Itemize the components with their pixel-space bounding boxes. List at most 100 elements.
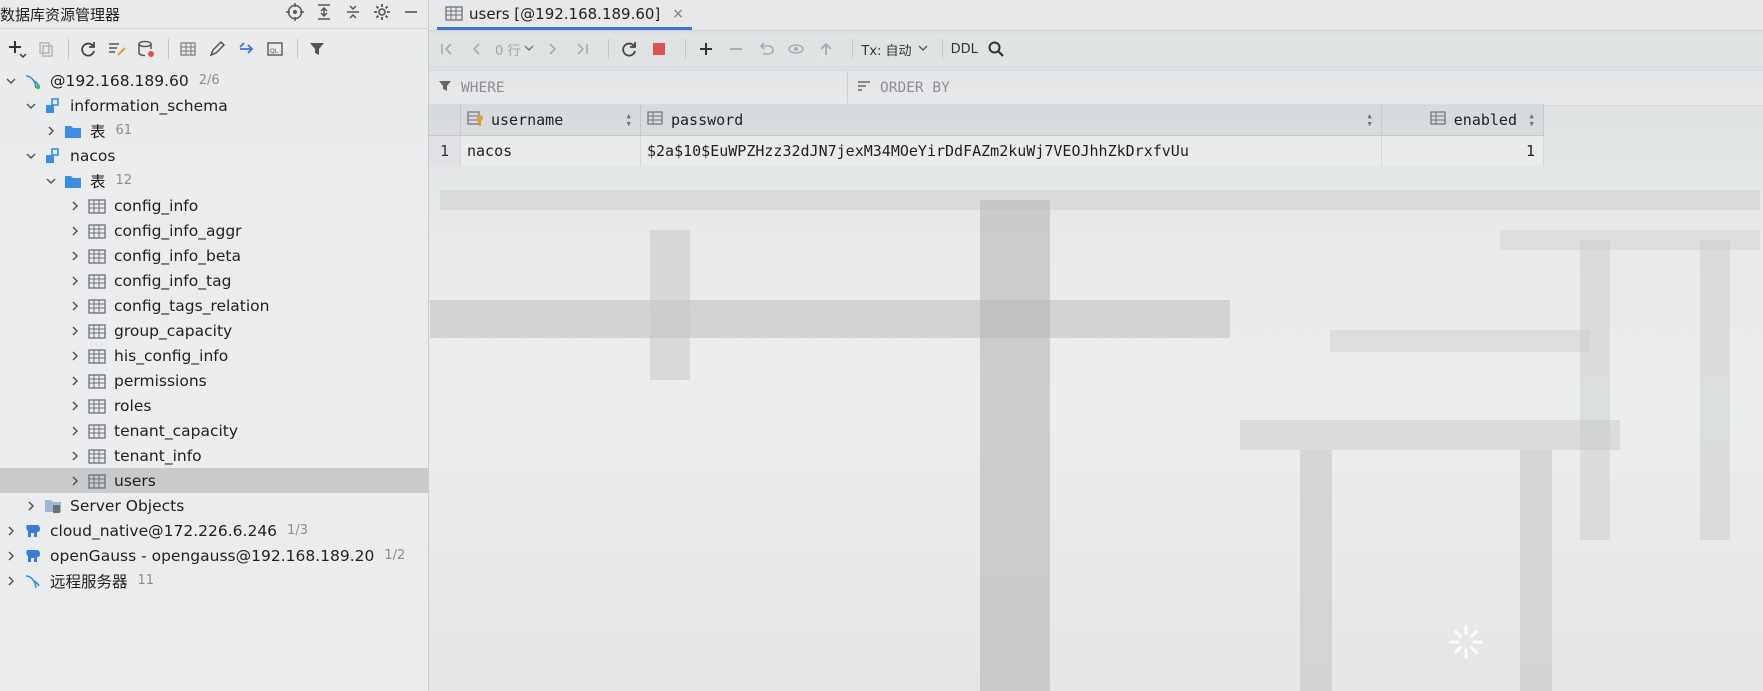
tree-node-table[interactable]: permissions	[0, 368, 428, 393]
add-icon[interactable]	[4, 37, 30, 61]
tree-node-table[interactable]: group_capacity	[0, 318, 428, 343]
tree-node-table[interactable]: config_info_aggr	[0, 218, 428, 243]
submit-icon[interactable]	[814, 36, 838, 62]
database-properties-icon[interactable]	[133, 37, 159, 61]
search-icon[interactable]	[984, 36, 1008, 62]
column-name: password	[671, 110, 744, 129]
chevron-right-icon[interactable]	[68, 399, 82, 413]
revert-icon[interactable]	[754, 36, 778, 62]
chevron-down-icon[interactable]	[4, 74, 18, 88]
chevron-down-icon[interactable]	[24, 149, 38, 163]
order-by-input[interactable]: ORDER BY	[848, 71, 950, 105]
target-icon[interactable]	[286, 3, 304, 21]
tree-node-table[interactable]: config_tags_relation	[0, 293, 428, 318]
collapse-all-icon[interactable]	[344, 3, 362, 21]
chevron-right-icon[interactable]	[24, 499, 38, 513]
tree-node-table-users-selected[interactable]: users	[0, 468, 428, 493]
minimize-icon[interactable]	[402, 3, 420, 21]
previous-page-icon[interactable]	[465, 36, 489, 62]
sort-arrows-icon[interactable]: ▴ ▾	[625, 110, 632, 129]
refresh-icon[interactable]	[75, 37, 101, 61]
jump-to-icon[interactable]	[233, 37, 259, 61]
column-header-password[interactable]: password ▴ ▾	[641, 104, 1382, 136]
copy-icon[interactable]	[33, 37, 59, 61]
cell-username[interactable]: nacos	[461, 136, 641, 166]
order-by-label: ORDER BY	[880, 80, 950, 96]
tree-node-label: config_tags_relation	[114, 296, 270, 315]
tree-node-count: 2/6	[198, 73, 220, 88]
tree-node-label: config_info_beta	[114, 246, 241, 265]
settings-gear-icon[interactable]	[373, 3, 391, 21]
chevron-right-icon[interactable]	[68, 274, 82, 288]
ddl-button[interactable]: DDL	[951, 36, 978, 62]
folder-icon	[64, 122, 82, 140]
first-page-icon[interactable]	[435, 36, 459, 62]
chevron-right-icon[interactable]	[68, 199, 82, 213]
chevron-right-icon[interactable]	[4, 549, 18, 563]
tree-node-tables-folder[interactable]: 表 61	[0, 118, 428, 143]
explorer-title: 数据库资源管理器	[0, 6, 121, 24]
tree-node-nacos[interactable]: nacos	[0, 143, 428, 168]
chevron-right-icon[interactable]	[68, 324, 82, 338]
chevron-right-icon[interactable]	[68, 474, 82, 488]
chevron-right-icon[interactable]	[4, 574, 18, 588]
tree-node-connection-192-168-189-60[interactable]: @192.168.189.60 2/6	[0, 68, 428, 93]
chevron-right-icon[interactable]	[44, 124, 58, 138]
chevron-right-icon[interactable]	[68, 249, 82, 263]
tree-node-table[interactable]: roles	[0, 393, 428, 418]
table-view-icon[interactable]	[175, 37, 201, 61]
close-icon[interactable]: ×	[672, 6, 684, 22]
schema-sync-icon[interactable]	[104, 37, 130, 61]
column-icon	[1430, 109, 1448, 131]
sort-arrows-icon[interactable]: ▴ ▾	[1366, 110, 1373, 129]
tree-node-table[interactable]: tenant_info	[0, 443, 428, 468]
delete-row-icon[interactable]	[724, 36, 748, 62]
tree-node-table[interactable]: his_config_info	[0, 343, 428, 368]
tree-node-information-schema[interactable]: information_schema	[0, 93, 428, 118]
chevron-right-icon[interactable]	[68, 349, 82, 363]
rows-count-dropdown[interactable]: 0 行	[495, 36, 534, 62]
tree-node-table[interactable]: config_info_tag	[0, 268, 428, 293]
tree-node-table[interactable]: config_info	[0, 193, 428, 218]
chevron-right-icon[interactable]	[68, 299, 82, 313]
sort-arrows-icon[interactable]: ▴ ▾	[1528, 110, 1535, 129]
tree-node-label: users	[114, 471, 156, 490]
tree-node-server-objects[interactable]: Server Objects	[0, 493, 428, 518]
chevron-down-icon[interactable]	[44, 174, 58, 188]
database-explorer-panel: 数据库资源管理器 QL @192.168.189.60 2/6 informat…	[0, 0, 429, 691]
reload-icon[interactable]	[617, 36, 641, 62]
tree-node-connection-opengauss[interactable]: openGauss - opengauss@192.168.189.20 1/2	[0, 543, 428, 568]
chevron-right-icon[interactable]	[68, 224, 82, 238]
chevron-right-icon[interactable]	[68, 374, 82, 388]
tree-node-tables-folder[interactable]: 表 12	[0, 168, 428, 193]
chevron-right-icon[interactable]	[68, 424, 82, 438]
toolbar-separator	[297, 39, 298, 59]
column-header-enabled[interactable]: enabled ▴ ▾	[1382, 104, 1544, 136]
filter-icon[interactable]	[304, 37, 330, 61]
stop-icon[interactable]	[647, 36, 671, 62]
add-row-icon[interactable]	[694, 36, 718, 62]
cell-password[interactable]: $2a$10$EuWPZHzz32dJN7jexM34MOeYirDdFAZm2…	[641, 136, 1382, 166]
edit-pencil-icon[interactable]	[204, 37, 230, 61]
chevron-right-icon[interactable]	[4, 524, 18, 538]
table-icon	[88, 447, 106, 465]
where-filter-input[interactable]: WHERE	[429, 71, 848, 105]
tree-node-remote-servers[interactable]: 远程服务器 11	[0, 568, 428, 593]
preview-changes-icon[interactable]	[784, 36, 808, 62]
column-header-username[interactable]: username ▴ ▾	[461, 104, 641, 136]
tree-node-table[interactable]: tenant_capacity	[0, 418, 428, 443]
tree-node-label: config_info_aggr	[114, 221, 242, 240]
table-row[interactable]: 1 nacos $2a$10$EuWPZHzz32dJN7jexM34MOeYi…	[429, 136, 1544, 166]
tree-node-table[interactable]: config_info_beta	[0, 243, 428, 268]
chevron-right-icon[interactable]	[68, 449, 82, 463]
next-page-icon[interactable]	[540, 36, 564, 62]
transaction-mode-dropdown[interactable]: Tx: 自动	[861, 36, 928, 62]
tree-node-label: tenant_info	[114, 446, 202, 465]
query-console-icon[interactable]: QL	[262, 37, 288, 61]
tree-node-connection-cloud-native[interactable]: cloud_native@172.226.6.246 1/3	[0, 518, 428, 543]
chevron-down-icon[interactable]	[24, 99, 38, 113]
last-page-icon[interactable]	[570, 36, 594, 62]
expand-all-icon[interactable]	[315, 3, 333, 21]
tab-users[interactable]: users [@192.168.189.60] ×	[437, 0, 693, 30]
cell-enabled[interactable]: 1	[1382, 136, 1544, 166]
